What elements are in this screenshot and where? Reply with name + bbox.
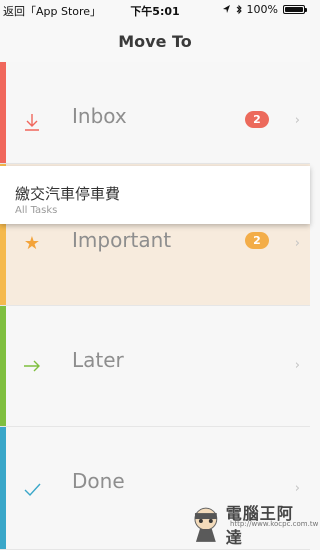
task-list-name: All Tasks — [15, 205, 58, 216]
done-label: Done — [72, 469, 125, 493]
battery-percent: 100% — [246, 3, 278, 16]
chevron-right-icon: › — [294, 236, 300, 251]
task-title: 繳交汽車停車費 — [15, 185, 121, 203]
important-count-badge: 2 — [245, 232, 269, 249]
bluetooth-icon — [236, 4, 242, 15]
list-item-inbox[interactable]: Inbox 2 › — [0, 62, 310, 164]
watermark-logo: 電腦王阿達 http://www.kocpc.com.tw — [190, 500, 318, 548]
later-label: Later — [72, 348, 124, 372]
status-indicators: 100% — [222, 3, 307, 16]
dragged-task-card[interactable]: 繳交汽車停車費 All Tasks — [0, 166, 310, 224]
nav-bar: Move To — [0, 20, 310, 63]
inbox-color-stripe — [0, 62, 6, 163]
inbox-label: Inbox — [72, 104, 127, 128]
status-bar: 返回「App Store」 下午5:01 100% — [0, 0, 310, 20]
chevron-right-icon: › — [294, 113, 300, 128]
right-arrow-icon — [24, 360, 40, 372]
important-label: Important — [72, 228, 172, 252]
watermark-url: http://www.kocpc.com.tw — [230, 520, 319, 528]
chevron-right-icon: › — [294, 481, 300, 496]
battery-icon — [283, 5, 307, 14]
done-color-stripe — [0, 427, 6, 549]
inbox-count-badge: 2 — [245, 111, 269, 128]
mascot-icon — [194, 507, 218, 542]
later-color-stripe — [0, 306, 6, 426]
list-item-later[interactable]: Later › — [0, 306, 310, 427]
chevron-right-icon: › — [294, 358, 300, 373]
checkmark-icon — [24, 483, 41, 497]
page-title: Move To — [118, 31, 192, 51]
star-icon: ★ — [23, 233, 41, 254]
location-arrow-icon — [222, 5, 230, 13]
download-arrow-icon — [25, 114, 39, 131]
